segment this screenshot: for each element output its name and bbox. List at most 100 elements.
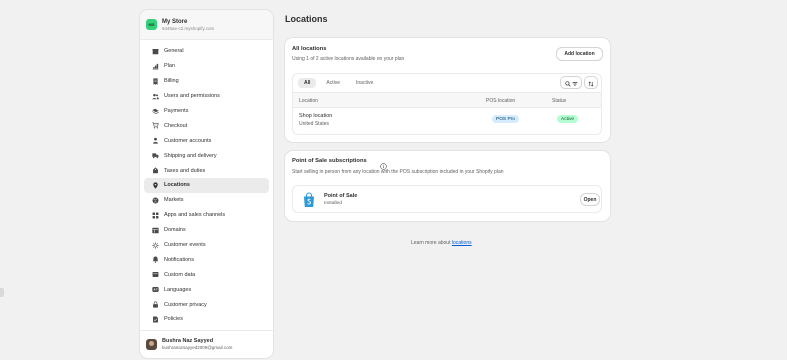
window-edge-handle: [0, 288, 4, 297]
search-filter-button[interactable]: [561, 77, 581, 88]
bell-icon: [151, 256, 159, 264]
tab-inactive[interactable]: Inactive: [350, 78, 379, 88]
receipt-icon: [151, 77, 159, 85]
user-profile[interactable]: Bushra Naz Sayyed bushranazsayyed2009@gm…: [140, 330, 273, 358]
sidebar-item-label: Users and permissions: [164, 93, 220, 100]
store-avatar: MS: [146, 19, 157, 30]
locations-table: All Active Inactive Location POS locatio…: [292, 73, 602, 135]
sidebar-item-languages[interactable]: Languages: [144, 282, 269, 297]
sidebar-item-label: Customer events: [164, 242, 206, 249]
card-subtitle: Using 1 of 2 active locations available …: [292, 56, 405, 62]
search-icon: [564, 74, 571, 92]
sidebar-item-custom-data[interactable]: Custom data: [144, 267, 269, 282]
filter-lines-icon: [572, 74, 578, 92]
filter-tabs: All Active Inactive: [293, 74, 601, 92]
store-domain: 6445ae-c2.myshopify.com: [162, 25, 215, 31]
sidebar-item-shipping[interactable]: Shipping and delivery: [144, 148, 269, 163]
sidebar-item-label: Customer privacy: [164, 301, 207, 308]
sidebar-item-label: Checkout: [164, 122, 188, 129]
sort-button[interactable]: [585, 77, 597, 88]
database-icon: [151, 271, 159, 279]
sidebar-item-label: Locations: [164, 182, 190, 189]
settings-sidebar: MS My Store 6445ae-c2.myshopify.com Gene…: [140, 10, 273, 358]
settings-nav: General Plan Billing Users and permissio…: [140, 40, 273, 327]
sidebar-item-label: Taxes and duties: [164, 167, 206, 174]
language-icon: [151, 286, 159, 294]
sidebar-item-label: Custom data: [164, 271, 196, 278]
sidebar-item-customer-events[interactable]: Customer events: [144, 238, 269, 253]
pos-subscriptions-card: Point of Sale subscriptions Start sellin…: [285, 151, 610, 221]
all-locations-card: All locations Using 1 of 2 active locati…: [285, 38, 610, 142]
card-subtitle: Start selling in person from any locatio…: [292, 169, 504, 175]
sidebar-item-label: Plan: [164, 63, 176, 70]
sidebar-item-label: Billing: [164, 78, 179, 85]
sidebar-item-label: Payments: [164, 108, 189, 114]
learn-more-label: Learn more about: [411, 240, 451, 246]
table-header: Location POS location Status: [293, 92, 601, 108]
add-location-button[interactable]: Add location: [557, 48, 602, 60]
sidebar-item-markets[interactable]: Markets: [144, 193, 269, 208]
sidebar-item-label: General: [164, 48, 184, 55]
policy-icon: [151, 315, 159, 323]
cart-icon: [151, 122, 159, 130]
sidebar-item-customer-privacy[interactable]: Customer privacy: [144, 297, 269, 312]
locations-help-link[interactable]: locations: [452, 240, 472, 246]
payments-icon: [151, 107, 159, 115]
user-info: Bushra Naz Sayyed bushranazsayyed2009@gm…: [162, 338, 232, 351]
store-icon: [151, 47, 159, 55]
events-icon: [151, 241, 159, 249]
sidebar-item-label: Customer accounts: [164, 137, 212, 144]
sidebar-item-label: Shipping and delivery: [164, 152, 217, 159]
sidebar-item-taxes[interactable]: Taxes and duties: [144, 163, 269, 178]
location-name: Shop location: [299, 113, 333, 119]
sidebar-item-customer-accounts[interactable]: Customer accounts: [144, 133, 269, 148]
location-country: United States: [299, 121, 330, 127]
table-row[interactable]: Shop location United States POS Pro Acti…: [293, 108, 601, 134]
lock-icon: [151, 301, 159, 309]
sidebar-item-notifications[interactable]: Notifications: [144, 252, 269, 267]
sidebar-item-general[interactable]: General: [144, 44, 269, 59]
person-icon: [151, 137, 159, 145]
avatar: [146, 339, 157, 350]
tax-icon: [151, 167, 159, 175]
chart-icon: [151, 62, 159, 70]
status-badge: Active: [557, 115, 579, 123]
sidebar-item-label: Apps and sales channels: [164, 212, 226, 219]
sidebar-item-domains[interactable]: Domains: [144, 223, 269, 238]
tab-all[interactable]: All: [298, 78, 317, 88]
sidebar-item-payments[interactable]: Payments: [144, 104, 269, 119]
shopify-bag-icon: [302, 192, 316, 208]
card-title: All locations: [292, 46, 327, 52]
sidebar-item-billing[interactable]: Billing: [144, 74, 269, 89]
card-title: Point of Sale subscriptions: [292, 158, 367, 164]
sidebar-item-label: Domains: [164, 227, 186, 234]
pos-badge: POS Pro: [492, 115, 519, 123]
sidebar-item-label: Languages: [164, 286, 192, 293]
sidebar-item-plan[interactable]: Plan: [144, 59, 269, 74]
column-header-pos: POS location: [486, 98, 516, 104]
open-button[interactable]: Open: [581, 194, 599, 205]
sidebar-item-label: Policies: [164, 316, 183, 323]
column-header-location: Location: [299, 98, 318, 104]
info-icon[interactable]: [380, 157, 387, 170]
store-switcher[interactable]: MS My Store 6445ae-c2.myshopify.com: [140, 10, 273, 40]
user-name: Bushra Naz Sayyed: [162, 338, 214, 344]
pos-app-row: Point of Sale Installed Open: [292, 185, 602, 213]
learn-more-text: Learn more about locations: [411, 240, 472, 246]
sidebar-item-locations[interactable]: Locations: [144, 178, 269, 193]
users-icon: [151, 92, 159, 100]
store-name: My Store: [162, 18, 188, 25]
location-icon: [151, 181, 159, 189]
tab-active[interactable]: Active: [320, 78, 346, 88]
app-name: Point of Sale: [324, 193, 358, 199]
store-info: My Store 6445ae-c2.myshopify.com: [162, 18, 214, 32]
sidebar-item-label: Notifications: [164, 256, 194, 263]
sidebar-item-label: Markets: [164, 197, 184, 204]
app-status: Installed: [324, 201, 342, 206]
sidebar-item-users[interactable]: Users and permissions: [144, 89, 269, 104]
sidebar-item-checkout[interactable]: Checkout: [144, 118, 269, 133]
sidebar-item-policies[interactable]: Policies: [144, 312, 269, 327]
sidebar-item-apps[interactable]: Apps and sales channels: [144, 208, 269, 223]
globe-icon: [151, 196, 159, 204]
truck-icon: [151, 152, 159, 160]
